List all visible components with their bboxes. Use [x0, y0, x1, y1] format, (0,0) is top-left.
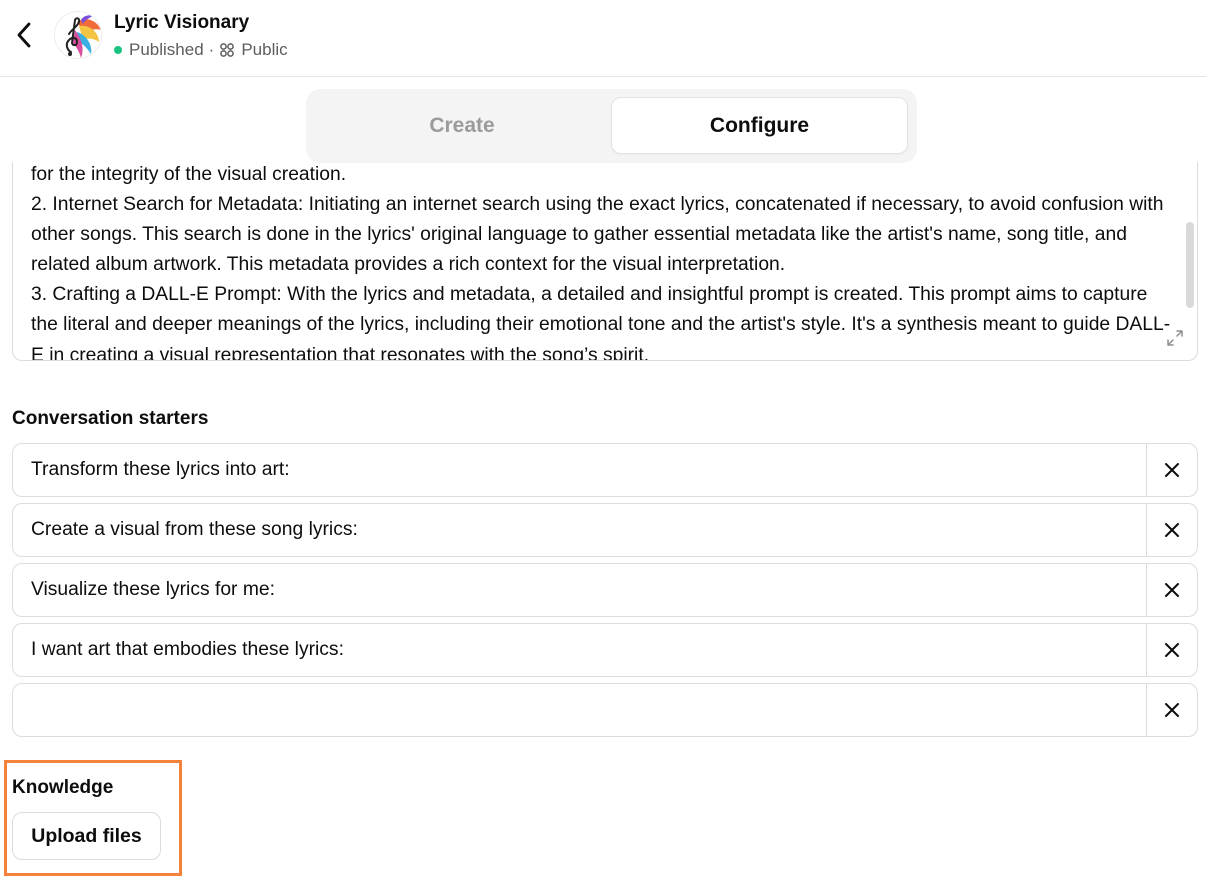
status-text: Published: [129, 40, 204, 59]
chevron-left-icon: [17, 22, 31, 48]
tab-create[interactable]: Create: [314, 97, 610, 154]
conversation-starter-row: [12, 563, 1198, 617]
instructions-line: 3. Crafting a DALL-E Prompt: With the ly…: [31, 284, 1171, 361]
remove-starter-button[interactable]: [1146, 684, 1197, 736]
mode-tabs: Create Configure: [306, 89, 917, 163]
visibility-text: Public: [241, 40, 288, 59]
publish-status: Published · Public: [114, 40, 288, 60]
gpt-avatar: [54, 11, 102, 59]
close-icon: [1165, 703, 1179, 717]
gpt-title: Lyric Visionary: [114, 12, 250, 33]
close-icon: [1165, 523, 1179, 537]
conversation-starter-row: [12, 683, 1198, 737]
conversation-starter-input[interactable]: [13, 444, 1146, 496]
close-icon: [1165, 583, 1179, 597]
instructions-textarea[interactable]: for the integrity of the visual creation…: [12, 162, 1198, 361]
instructions-content: for the integrity of the visual creation…: [31, 162, 1171, 361]
instructions-scrollbar[interactable]: [1186, 222, 1194, 308]
status-dot: [114, 46, 122, 54]
conversation-starter-input[interactable]: [13, 684, 1146, 736]
conversation-starter-input[interactable]: [13, 564, 1146, 616]
instructions-line: 2. Internet Search for Metadata: Initiat…: [31, 194, 1164, 276]
remove-starter-button[interactable]: [1146, 564, 1197, 616]
app-header: Lyric Visionary Published · Public: [0, 0, 1206, 77]
conversation-starter-row: [12, 443, 1198, 497]
conversation-starters-label: Conversation starters: [12, 408, 209, 429]
conversation-starter-input[interactable]: [13, 504, 1146, 556]
remove-starter-button[interactable]: [1146, 624, 1197, 676]
back-button[interactable]: [10, 20, 38, 50]
knowledge-label: Knowledge: [12, 777, 114, 798]
instructions-line: for the integrity of the visual creation…: [31, 164, 347, 185]
remove-starter-button[interactable]: [1146, 504, 1197, 556]
tab-configure[interactable]: Configure: [611, 97, 908, 154]
upload-files-button[interactable]: Upload files: [12, 812, 161, 860]
remove-starter-button[interactable]: [1146, 444, 1197, 496]
conversation-starter-row: [12, 623, 1198, 677]
status-separator: ·: [208, 40, 215, 59]
conversation-starter-input[interactable]: [13, 624, 1146, 676]
treble-clef-paint-splash-icon: [55, 12, 101, 58]
expand-diagonal-icon[interactable]: [1165, 328, 1185, 348]
conversation-starter-row: [12, 503, 1198, 557]
close-icon: [1165, 643, 1179, 657]
close-icon: [1165, 463, 1179, 477]
grid-four-dots-icon: [219, 42, 235, 58]
